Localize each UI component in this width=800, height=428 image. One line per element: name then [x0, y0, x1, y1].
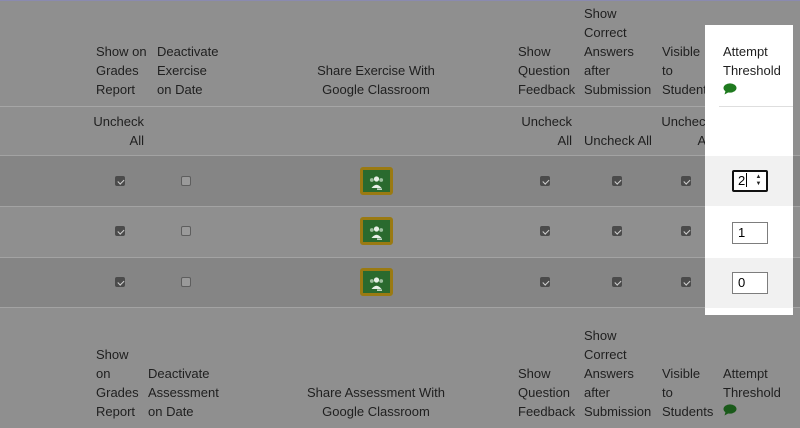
google-classroom-icon[interactable] [360, 217, 393, 245]
deactivate-on-date-checkbox[interactable] [181, 176, 191, 186]
attempt-threshold-input[interactable]: 0 [732, 272, 768, 294]
uncheck-all-visible-link[interactable]: Uncheck All [658, 112, 712, 150]
show-correct-answers-checkbox[interactable] [612, 176, 622, 186]
top-border [0, 0, 800, 1]
header-divider [0, 106, 705, 107]
show-question-feedback-checkbox[interactable] [540, 226, 550, 236]
attempt-threshold-input[interactable]: 1 [732, 222, 768, 244]
header-show-on-grades-report: Show on Grades Report [96, 44, 147, 97]
header-deactivate-assessment: Deactivate Assessment on Date [148, 366, 219, 419]
deactivate-on-date-checkbox[interactable] [181, 277, 191, 287]
uncheck-all-grades-link[interactable]: Uncheck All [90, 112, 144, 150]
show-on-grades-checkbox[interactable] [115, 176, 125, 186]
classroom-people-icon [369, 226, 384, 240]
text-caret [746, 173, 748, 187]
show-question-feedback-checkbox[interactable] [540, 176, 550, 186]
google-classroom-icon[interactable] [360, 167, 393, 195]
deactivate-on-date-checkbox[interactable] [181, 226, 191, 236]
uncheck-all-feedback-link[interactable]: Uncheck All [518, 112, 572, 150]
attempt-threshold-column-highlight: Attempt Threshold 2 ▲ ▼ 1 0 [705, 25, 793, 315]
classroom-people-icon [369, 277, 384, 291]
header-show-question-feedback: Show Question Feedback [518, 366, 576, 419]
comment-icon[interactable] [723, 404, 737, 416]
header-attempt-threshold: Attempt Threshold [723, 44, 781, 78]
header-show-on-grades-report: Show on Grades Report [96, 347, 139, 419]
classroom-people-icon [369, 176, 384, 190]
uncheck-all-correct-link[interactable]: Uncheck All [584, 131, 652, 150]
header-share-assessment: Share Assessment With Google Classroom [307, 385, 445, 419]
show-correct-answers-checkbox[interactable] [612, 277, 622, 287]
show-correct-answers-checkbox[interactable] [612, 226, 622, 236]
header-show-correct-answers: Show Correct Answers after Submission [584, 328, 652, 419]
header-share-exercise: Share Exercise With Google Classroom [317, 63, 435, 97]
row-divider [0, 307, 800, 308]
header-show-question-feedback: Show Question Feedback [518, 44, 576, 97]
header-attempt-threshold: Attempt Threshold [723, 366, 781, 400]
show-on-grades-checkbox[interactable] [115, 226, 125, 236]
header-visible-to-students: Visible to Students [662, 366, 714, 419]
show-on-grades-checkbox[interactable] [115, 277, 125, 287]
attempt-threshold-input[interactable]: 2 ▲ ▼ [732, 170, 768, 192]
header-show-correct-answers: Show Correct Answers after Submission [584, 6, 652, 97]
comment-icon[interactable] [723, 83, 737, 95]
visible-to-students-checkbox[interactable] [681, 226, 691, 236]
number-spinner[interactable]: ▲ ▼ [754, 174, 763, 188]
header-divider [719, 106, 793, 107]
show-question-feedback-checkbox[interactable] [540, 277, 550, 287]
visible-to-students-checkbox[interactable] [681, 176, 691, 186]
header-deactivate-exercise: Deactivate Exercise on Date [157, 44, 219, 97]
google-classroom-icon[interactable] [360, 268, 393, 296]
visible-to-students-checkbox[interactable] [681, 277, 691, 287]
